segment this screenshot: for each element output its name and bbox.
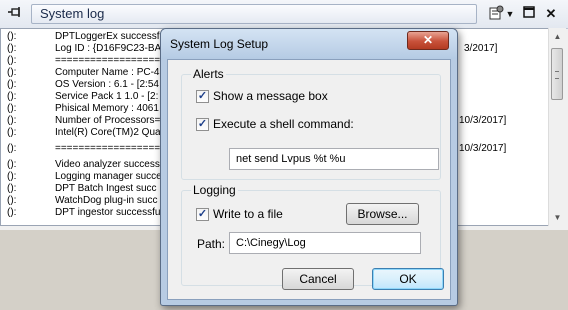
path-label: Path:	[197, 237, 226, 251]
shell-command-input[interactable]: net send Lvpus %t %u	[229, 148, 439, 170]
scrollbar-thumb[interactable]	[551, 48, 563, 100]
execute-shell-command-label[interactable]: Execute a shell command:	[213, 117, 354, 131]
close-icon[interactable]: ✕	[543, 5, 559, 23]
pin-icon[interactable]	[6, 6, 24, 22]
logging-group-label: Logging	[191, 183, 238, 197]
scroll-up-icon[interactable]: ▲	[549, 28, 566, 45]
alerts-group: Alerts ✓ Show a message box ✓ Execute a …	[181, 67, 441, 180]
path-input[interactable]: C:\Cinegy\Log	[229, 232, 421, 254]
grip-icon	[555, 71, 559, 79]
properties-icon[interactable]	[487, 5, 505, 23]
alerts-group-label: Alerts	[191, 67, 226, 81]
panel-toolbar: System log ▼ ✕	[0, 0, 568, 29]
panel-title: System log	[31, 4, 477, 24]
scroll-down-icon[interactable]: ▼	[549, 209, 566, 226]
chevron-down-icon[interactable]: ▼	[505, 5, 515, 23]
dialog-close-button[interactable]: ✕	[407, 31, 449, 50]
write-to-file-label[interactable]: Write to a file	[213, 207, 283, 221]
system-log-setup-dialog: System Log Setup ✕ Alerts ✓ Show a messa…	[160, 28, 458, 306]
vertical-scrollbar[interactable]: ▲ ▼	[548, 28, 566, 226]
execute-shell-command-checkbox[interactable]: ✓	[196, 118, 209, 131]
browse-button[interactable]: Browse...	[346, 203, 419, 225]
show-message-box-checkbox[interactable]: ✓	[196, 90, 209, 103]
dialog-titlebar[interactable]: System Log Setup ✕	[161, 29, 457, 59]
restore-icon[interactable]	[521, 5, 537, 23]
ok-button[interactable]: OK	[372, 268, 444, 290]
show-message-box-label[interactable]: Show a message box	[213, 89, 328, 103]
cancel-button[interactable]: Cancel	[282, 268, 354, 290]
dialog-body: Alerts ✓ Show a message box ✓ Execute a …	[167, 59, 451, 300]
dialog-title: System Log Setup	[170, 37, 269, 51]
write-to-file-checkbox[interactable]: ✓	[196, 208, 209, 221]
